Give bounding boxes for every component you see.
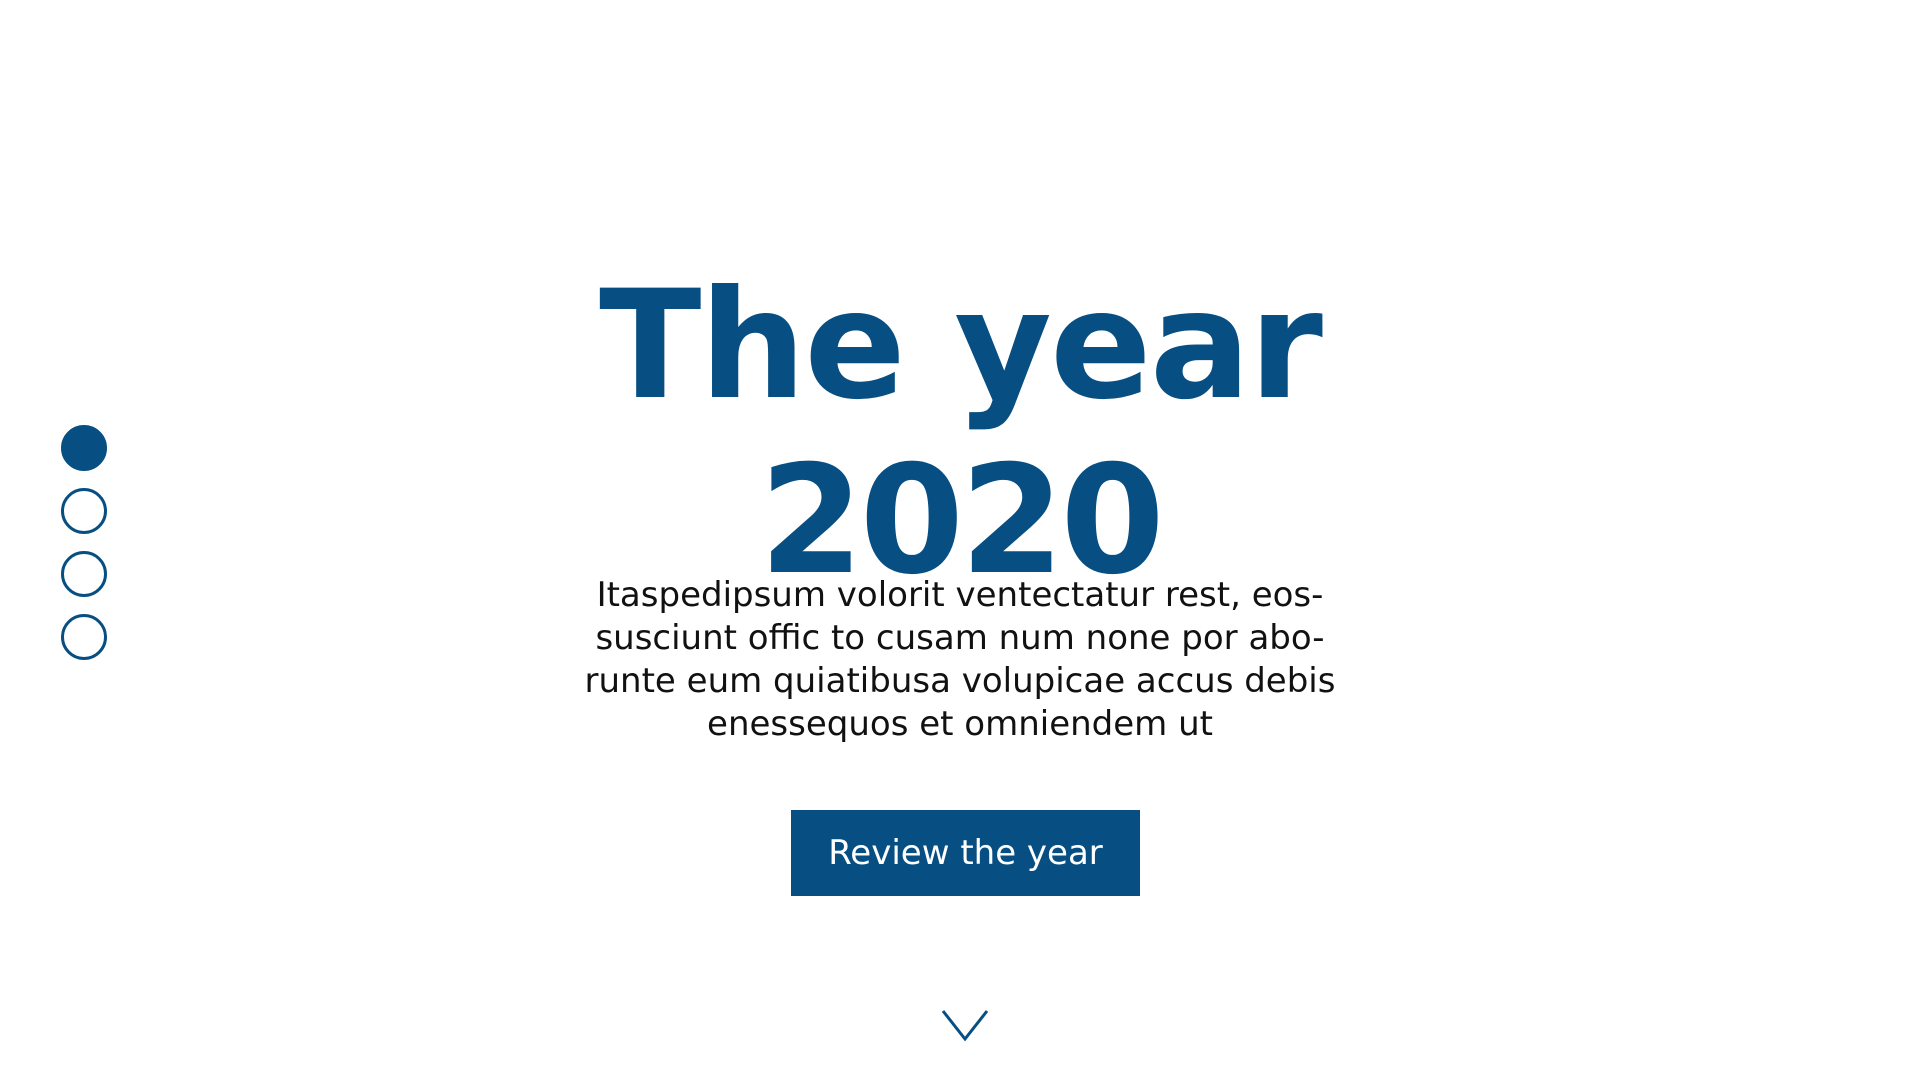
hero-section: The year 2020 Itaspedipsum volorit vente… [0, 0, 1920, 1080]
hero-description: Itaspedipsum volorit ventectatur rest, e… [540, 574, 1380, 746]
scroll-down-button[interactable] [940, 1008, 990, 1044]
pager-dot-4[interactable] [61, 614, 107, 660]
hero-description-line-2: susciunt offic to cusam num none por abo… [595, 618, 1325, 658]
hero-title-year: 2020 [759, 433, 1164, 608]
review-the-year-button[interactable]: Review the year [791, 810, 1140, 896]
chevron-down-icon [941, 1010, 989, 1042]
hero-description-line-4: enessequos et omniendem ut [707, 704, 1213, 744]
hero-title-line-1: The year [599, 258, 1323, 433]
hero-description-line-3: runte eum quiatibusa volupicae accus deb… [584, 661, 1336, 701]
hero-description-line-1: Itaspedipsum volorit ventectatur rest, e… [596, 575, 1324, 615]
